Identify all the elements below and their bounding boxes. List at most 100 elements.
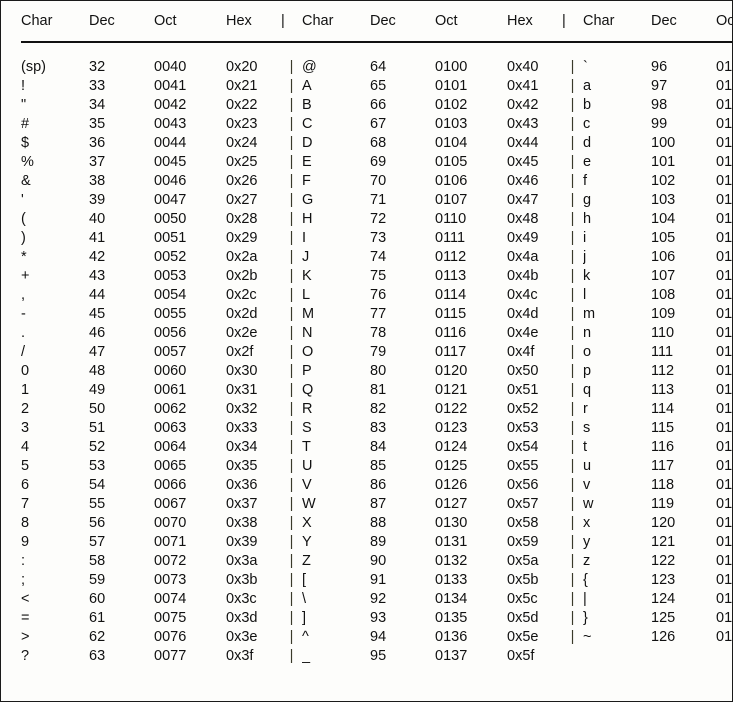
cell-char-1: &	[21, 173, 31, 189]
cell-oct-2: 0120	[435, 363, 468, 379]
cell-hex-1: 0x3c	[226, 591, 257, 607]
table-header: Char Dec Oct Hex | Char Dec Oct Hex | Ch…	[21, 1, 732, 58]
row-separator-2: |	[570, 344, 575, 360]
cell-dec-3: 126	[651, 629, 676, 645]
cell-char-3: m	[583, 306, 596, 322]
cell-char-1: )	[21, 230, 26, 246]
cell-hex-2: 0x54	[507, 439, 539, 455]
cell-dec-2: 86	[370, 477, 387, 493]
cell-oct-3: 0171	[716, 534, 733, 550]
cell-char-3	[583, 647, 651, 666]
row-separator-1: |	[289, 439, 294, 455]
row-separator-1: |	[289, 363, 294, 379]
cell-oct-3: 0176	[716, 629, 733, 645]
row-separator-1: |	[289, 477, 294, 493]
table-row: +4300530x2b|K7501130x4b|k10701530x6b	[21, 267, 732, 286]
table-row: 55300650x35|U8501250x55|u11701650x75	[21, 457, 732, 476]
table-row: 25000620x32|R8201220x52|r11401620x72	[21, 400, 732, 419]
cell-hex-1: 0x25	[226, 154, 258, 170]
cell-oct-2: 0111	[435, 230, 466, 246]
cell-hex-1: 0x2e	[226, 325, 258, 341]
cell-char-1: 6	[21, 477, 30, 493]
cell-char-2: X	[302, 515, 312, 531]
cell-hex-1: 0x2d	[226, 306, 258, 322]
cell-dec-3: 108	[651, 287, 676, 303]
cell-oct-1: 0076	[154, 629, 187, 645]
cell-char-1: 5	[21, 458, 30, 474]
cell-dec-1: 57	[89, 534, 106, 550]
cell-hex-2: 0x4b	[507, 268, 539, 284]
cell-dec-1: 50	[89, 401, 106, 417]
cell-dec-1: 35	[89, 116, 106, 132]
cell-oct-3: 0144	[716, 135, 733, 151]
cell-dec-1: 32	[89, 59, 106, 75]
cell-oct-3: 0143	[716, 116, 733, 132]
cell-dec-3: 104	[651, 211, 676, 227]
cell-char-1: 2	[21, 401, 30, 417]
table-body: (sp)3200400x20|@6401000x40|`9601400x60!3…	[21, 58, 733, 666]
cell-char-3: s	[583, 420, 591, 436]
table-row: -4500550x2d|M7701150x4d|m10901550x6d	[21, 305, 732, 324]
cell-hex-1: 0x22	[226, 97, 258, 113]
cell-char-2: R	[302, 401, 313, 417]
cell-char-2: D	[302, 135, 313, 151]
cell-oct-2: 0126	[435, 477, 468, 493]
cell-char-3: f	[583, 173, 588, 189]
cell-hex-2: 0x4c	[507, 287, 538, 303]
header-separator-1: |	[281, 13, 285, 29]
cell-oct-3: 0170	[716, 515, 733, 531]
row-separator-2: |	[570, 249, 575, 265]
cell-hex-1: 0x3d	[226, 610, 258, 626]
cell-oct-2: 0105	[435, 154, 468, 170]
cell-char-3: t	[583, 439, 588, 455]
cell-dec-1: 38	[89, 173, 106, 189]
cell-oct-2: 0137	[435, 648, 468, 664]
cell-oct-1: 0041	[154, 78, 187, 94]
cell-hex-2: 0x58	[507, 515, 539, 531]
row-separator-2: |	[570, 401, 575, 417]
row-separator-1: |	[289, 211, 294, 227]
cell-oct-3: 0161	[716, 382, 733, 398]
cell-dec-3: 124	[651, 591, 676, 607]
header-oct-2: Oct	[435, 13, 458, 29]
cell-dec-3: 118	[651, 477, 675, 493]
cell-oct-1: 0040	[154, 59, 187, 75]
cell-char-1: :	[21, 553, 26, 569]
cell-hex-2: 0x52	[507, 401, 539, 417]
table-row: )4100510x29|I7301110x49|i10501510x69	[21, 229, 732, 248]
cell-oct-3: 0173	[716, 572, 733, 588]
cell-dec-3: 106	[651, 249, 676, 265]
cell-dec-1: 54	[89, 477, 106, 493]
row-separator-2: |	[570, 268, 575, 284]
cell-dec-2: 83	[370, 420, 387, 436]
cell-dec-2: 93	[370, 610, 387, 626]
cell-oct-2: 0115	[435, 306, 467, 322]
table-row: 35100630x33|S8301230x53|s11501630x73	[21, 419, 732, 438]
header-hex-2: Hex	[507, 13, 533, 29]
cell-oct-1: 0067	[154, 496, 187, 512]
cell-oct-2: 0133	[435, 572, 468, 588]
cell-char-1: 4	[21, 439, 30, 455]
cell-hex-2: 0x5e	[507, 629, 539, 645]
cell-char-2: B	[302, 97, 312, 113]
cell-hex-1: 0x3a	[226, 553, 258, 569]
cell-hex-2: 0x56	[507, 477, 539, 493]
cell-dec-1: 51	[89, 420, 106, 436]
cell-char-1: +	[21, 268, 30, 284]
cell-char-1: 9	[21, 534, 30, 550]
row-separator-1: |	[289, 629, 294, 645]
cell-dec-2: 69	[370, 154, 387, 170]
row-separator-2: |	[570, 496, 575, 512]
cell-hex-2: 0x51	[507, 382, 539, 398]
cell-char-2: N	[302, 325, 313, 341]
cell-dec-3: 114	[651, 401, 675, 417]
cell-char-1: -	[21, 306, 26, 322]
cell-char-3: z	[583, 553, 591, 569]
cell-dec-2: 85	[370, 458, 387, 474]
cell-dec-1: 33	[89, 78, 106, 94]
cell-char-3: i	[583, 230, 587, 246]
cell-hex-2: 0x4a	[507, 249, 539, 265]
table-row: $3600440x24|D6801040x44|d10001440x64	[21, 134, 733, 153]
row-separator-1: |	[289, 249, 294, 265]
row-separator-1: |	[289, 401, 294, 417]
